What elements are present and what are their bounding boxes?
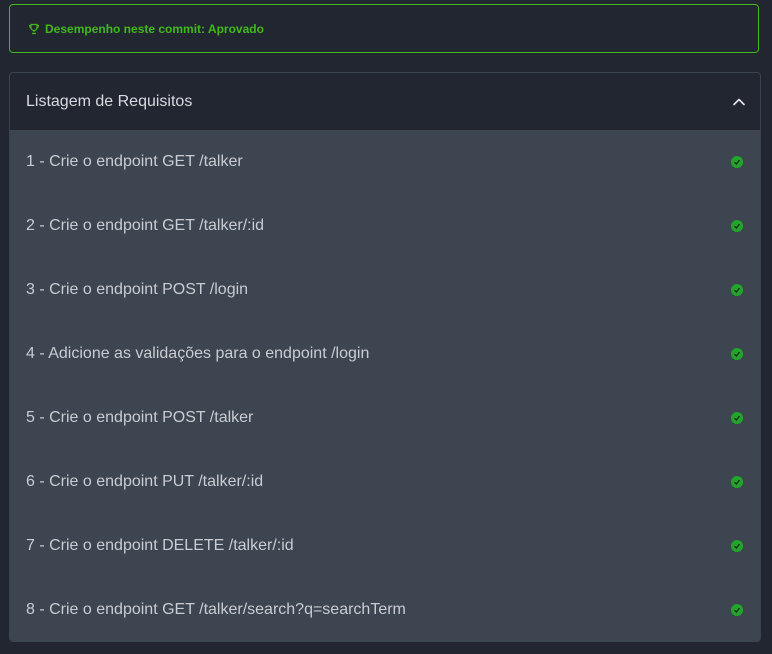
- requirement-label: 2 - Crie o endpoint GET /talker/:id: [26, 217, 265, 234]
- requirement-item: 7 - Crie o endpoint DELETE /talker/:id: [10, 514, 760, 578]
- trophy-icon: [28, 23, 40, 35]
- check-circle-icon: [731, 284, 743, 296]
- requirement-item: 5 - Crie o endpoint POST /talker: [10, 386, 760, 450]
- requirement-item: 4 - Adicione as validações para o endpoi…: [10, 322, 760, 386]
- panel-title: Listagem de Requisitos: [26, 92, 193, 110]
- requirement-label: 7 - Crie o endpoint DELETE /talker/:id: [26, 537, 294, 554]
- check-circle-icon: [731, 540, 743, 552]
- check-circle-icon: [731, 604, 743, 616]
- check-circle-icon: [731, 476, 743, 488]
- check-circle-icon: [731, 156, 743, 168]
- requirement-item: 3 - Crie o endpoint POST /login: [10, 258, 760, 322]
- requirement-item: 2 - Crie o endpoint GET /talker/:id: [10, 194, 760, 258]
- check-circle-icon: [731, 220, 743, 232]
- requirement-label: 1 - Crie o endpoint GET /talker: [26, 153, 243, 170]
- requirement-item: 6 - Crie o endpoint PUT /talker/:id: [10, 450, 760, 514]
- requirements-panel: Listagem de Requisitos 1 - Crie o endpoi…: [9, 72, 761, 642]
- check-circle-icon: [731, 412, 743, 424]
- requirement-label: 3 - Crie o endpoint POST /login: [26, 281, 249, 298]
- requirement-label: 4 - Adicione as validações para o endpoi…: [26, 345, 370, 362]
- requirements-list: 1 - Crie o endpoint GET /talker 2 - Crie…: [10, 130, 760, 641]
- check-circle-icon: [731, 348, 743, 360]
- requirement-label: 6 - Crie o endpoint PUT /talker/:id: [26, 473, 264, 490]
- requirement-label: 5 - Crie o endpoint POST /talker: [26, 409, 254, 426]
- status-banner: Desempenho neste commit: Aprovado: [9, 4, 759, 53]
- requirement-item: 1 - Crie o endpoint GET /talker: [10, 130, 760, 194]
- requirement-label: 8 - Crie o endpoint GET /talker/search?q…: [26, 601, 406, 618]
- requirement-item: 8 - Crie o endpoint GET /talker/search?q…: [10, 578, 760, 641]
- chevron-up-icon[interactable]: [732, 95, 746, 109]
- requirements-panel-header[interactable]: Listagem de Requisitos: [10, 73, 760, 130]
- status-text: Desempenho neste commit: Aprovado: [45, 21, 264, 36]
